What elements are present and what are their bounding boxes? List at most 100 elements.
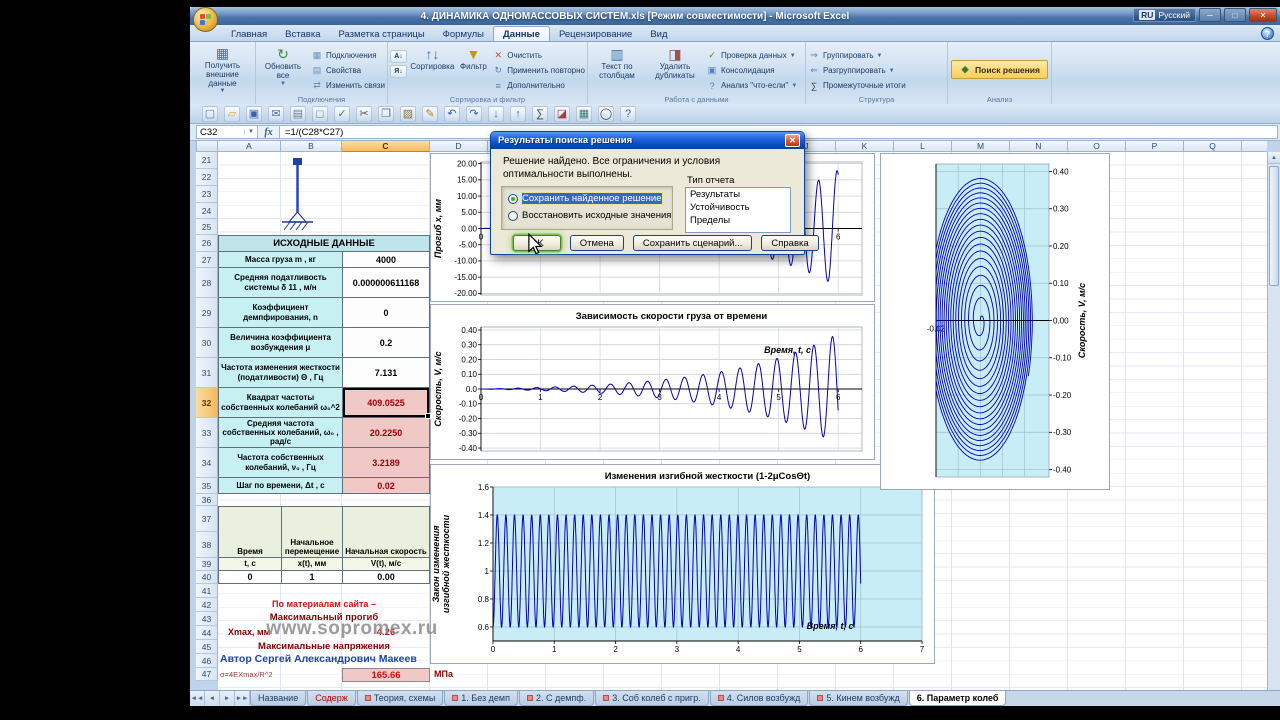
param-value-cell[interactable]: 409.0525 (342, 388, 431, 419)
radio-restore-values[interactable]: Восстановить исходные значения (508, 210, 671, 221)
report-type-option-2[interactable]: Устойчивость (686, 201, 790, 214)
stress-value-cell[interactable]: 165.66 (342, 668, 430, 682)
column-header-Q[interactable]: Q (1184, 141, 1242, 152)
row-header-38[interactable]: 38 (196, 532, 218, 558)
refresh-all-button[interactable]: ↻ Обновить все ▼ (258, 45, 308, 94)
row-header-40[interactable]: 40 (196, 571, 218, 584)
cancel-button[interactable]: Отмена (569, 235, 624, 251)
scroll-up-icon[interactable]: ▲ (1268, 152, 1280, 164)
autosum-icon[interactable]: ∑ (532, 105, 548, 122)
row-header-26[interactable]: 26 (196, 235, 218, 252)
param-value-cell[interactable]: 0.02 (342, 478, 430, 494)
row-header-29[interactable]: 29 (196, 298, 218, 328)
sheet-nav-2[interactable]: ◄ (205, 691, 220, 706)
param-value-cell[interactable]: 4000 (342, 252, 430, 268)
report-type-list[interactable]: Результаты Устойчивость Пределы (685, 187, 791, 233)
ribbon-button-advanced-filter[interactable]: ≡ Дополнительно (492, 79, 585, 92)
sheet-tab-6[interactable]: 3. Соб колеб с пригр. (595, 691, 709, 706)
column-header-L[interactable]: L (894, 141, 952, 152)
sheet-tab-1[interactable]: Название (250, 691, 307, 706)
param-value-cell[interactable]: 20.2250 (342, 418, 430, 448)
ribbon-tab-6[interactable]: Рецензирование (550, 27, 641, 41)
print-preview-icon[interactable]: ◻ (312, 105, 328, 122)
row-header-43[interactable]: 43 (196, 612, 218, 626)
sheet-tab-3[interactable]: Теория, схемы (356, 691, 444, 706)
ribbon-tab-3[interactable]: Разметка страницы (329, 27, 433, 41)
minimize-button[interactable]: ─ (1199, 8, 1221, 22)
ribbon-tab-4[interactable]: Формулы (434, 27, 493, 41)
column-header-C[interactable]: C (342, 141, 430, 152)
sheet-tab-2[interactable]: Содерж (307, 691, 356, 706)
chart-velocity[interactable]: 0 1 2 3 4 5 6 0.40 0.30 0.20 0.10 0.0 -0.10 -0.20 -0.3… (430, 304, 875, 460)
copy-icon[interactable]: ❐ (378, 105, 394, 122)
ribbon-button-clear-filter[interactable]: ✕ Очистить (492, 49, 585, 62)
report-type-option-1[interactable]: Результаты (686, 188, 790, 201)
ribbon-help-icon[interactable]: ? (1261, 27, 1274, 40)
sheet-tab-8[interactable]: 5. Кинем возбужд (809, 691, 908, 706)
sheet-nav-3[interactable]: ► (220, 691, 235, 706)
column-header-P[interactable]: P (1126, 141, 1184, 152)
ribbon-tab-1[interactable]: Главная (222, 27, 276, 41)
name-box[interactable]: C32 ▼ (196, 125, 258, 139)
column-header-M[interactable]: M (952, 141, 1010, 152)
remove-duplicates-button[interactable]: ◨ Удалить дубликаты (647, 45, 703, 94)
insert-function-button[interactable]: fx (258, 125, 280, 139)
param-value-cell[interactable]: 0 (342, 298, 430, 328)
row-header-39[interactable]: 39 (196, 558, 218, 571)
ribbon-button-group[interactable]: ⇒ Группировать ▼ (808, 49, 906, 62)
open-icon[interactable]: ▱ (224, 105, 240, 122)
row-header-34[interactable]: 34 (196, 448, 218, 478)
chart-phase-portrait[interactable]: -0.02 0.40 0.30 0.20 0.10 0.00 -0.10 -0.20 -0.30… (880, 153, 1110, 490)
row-header-41[interactable]: 41 (196, 584, 218, 598)
row-header-28[interactable]: 28 (196, 268, 218, 298)
dialog-close-icon[interactable]: ✕ (785, 134, 800, 147)
sort-descending-button[interactable]: Я↓ (390, 65, 407, 78)
solver-button[interactable]: ◆ Поиск решения (951, 60, 1048, 79)
save-icon[interactable]: ▣ (246, 105, 262, 122)
sort-button[interactable]: ↑↓ Сортировка (410, 45, 455, 94)
column-header-R[interactable]: R (1242, 141, 1267, 152)
row-header-36[interactable]: 36 (196, 494, 218, 506)
format-painter-icon[interactable]: ✎ (422, 105, 438, 122)
office-button[interactable] (193, 7, 218, 32)
column-header-B[interactable]: B (281, 141, 342, 152)
sort-ascending-icon[interactable]: ↓ (488, 105, 504, 122)
sort-ascending-button[interactable]: А↓ (390, 50, 407, 63)
row-header-45[interactable]: 45 (196, 640, 218, 654)
row-header-25[interactable]: 25 (196, 219, 218, 235)
column-header-N[interactable]: N (1010, 141, 1068, 152)
chart-stiffness[interactable]: 0 1 2 3 4 5 6 7 1.6 1.4 1.2 1 0.8 0.6 Изменения изгибн… (430, 464, 935, 664)
sheet-tab-5[interactable]: 2. С демпф. (518, 691, 595, 706)
dialog-help-button[interactable]: Справка (761, 235, 819, 251)
filter-button[interactable]: ▼ Фильтр (458, 45, 490, 94)
ribbon-button-what-if-analysis[interactable]: ? Анализ "что-если" ▼ (706, 79, 797, 92)
ribbon-tab-7[interactable]: Вид (641, 27, 676, 41)
ribbon-button-reapply-filter[interactable]: ↻ Применить повторно (492, 64, 585, 77)
ribbon-button-connections[interactable]: ▦ Подключения (311, 49, 385, 62)
redo-icon[interactable]: ↷ (466, 105, 482, 122)
row-header-47[interactable]: 47 (196, 668, 218, 681)
ribbon-button-ungroup[interactable]: ⇐ Разгруппировать ▼ (808, 64, 906, 77)
row-header-37[interactable]: 37 (196, 506, 218, 532)
row-header-46[interactable]: 46 (196, 654, 218, 668)
select-all-corner[interactable] (196, 141, 218, 152)
sort-descending-icon[interactable]: ↑ (510, 105, 526, 122)
row-header-27[interactable]: 27 (196, 252, 218, 268)
chart-wizard-icon[interactable]: ◪ (554, 105, 570, 122)
param-value-cell[interactable]: 0.000000611168 (342, 268, 430, 298)
row-header-24[interactable]: 24 (196, 203, 218, 219)
paste-icon[interactable]: ▨ (400, 105, 416, 122)
column-header-D[interactable]: D (430, 141, 488, 152)
ribbon-button-data-validation[interactable]: ✓ Проверка данных ▼ (706, 49, 797, 62)
maximize-button[interactable]: □ (1224, 8, 1246, 22)
scrollbar-thumb[interactable] (1269, 166, 1279, 286)
row-header-33[interactable]: 33 (196, 418, 218, 448)
row-header-30[interactable]: 30 (196, 328, 218, 358)
row-header-32[interactable]: 32 (196, 388, 218, 418)
text-to-columns-button[interactable]: ▥ Текст по столбцам (590, 45, 644, 94)
row-header-23[interactable]: 23 (196, 186, 218, 203)
report-type-option-3[interactable]: Пределы (686, 214, 790, 227)
row-header-42[interactable]: 42 (196, 598, 218, 612)
param-value-cell[interactable]: 3.2189 (342, 448, 430, 478)
vertical-scrollbar[interactable]: ▲ (1267, 152, 1280, 690)
